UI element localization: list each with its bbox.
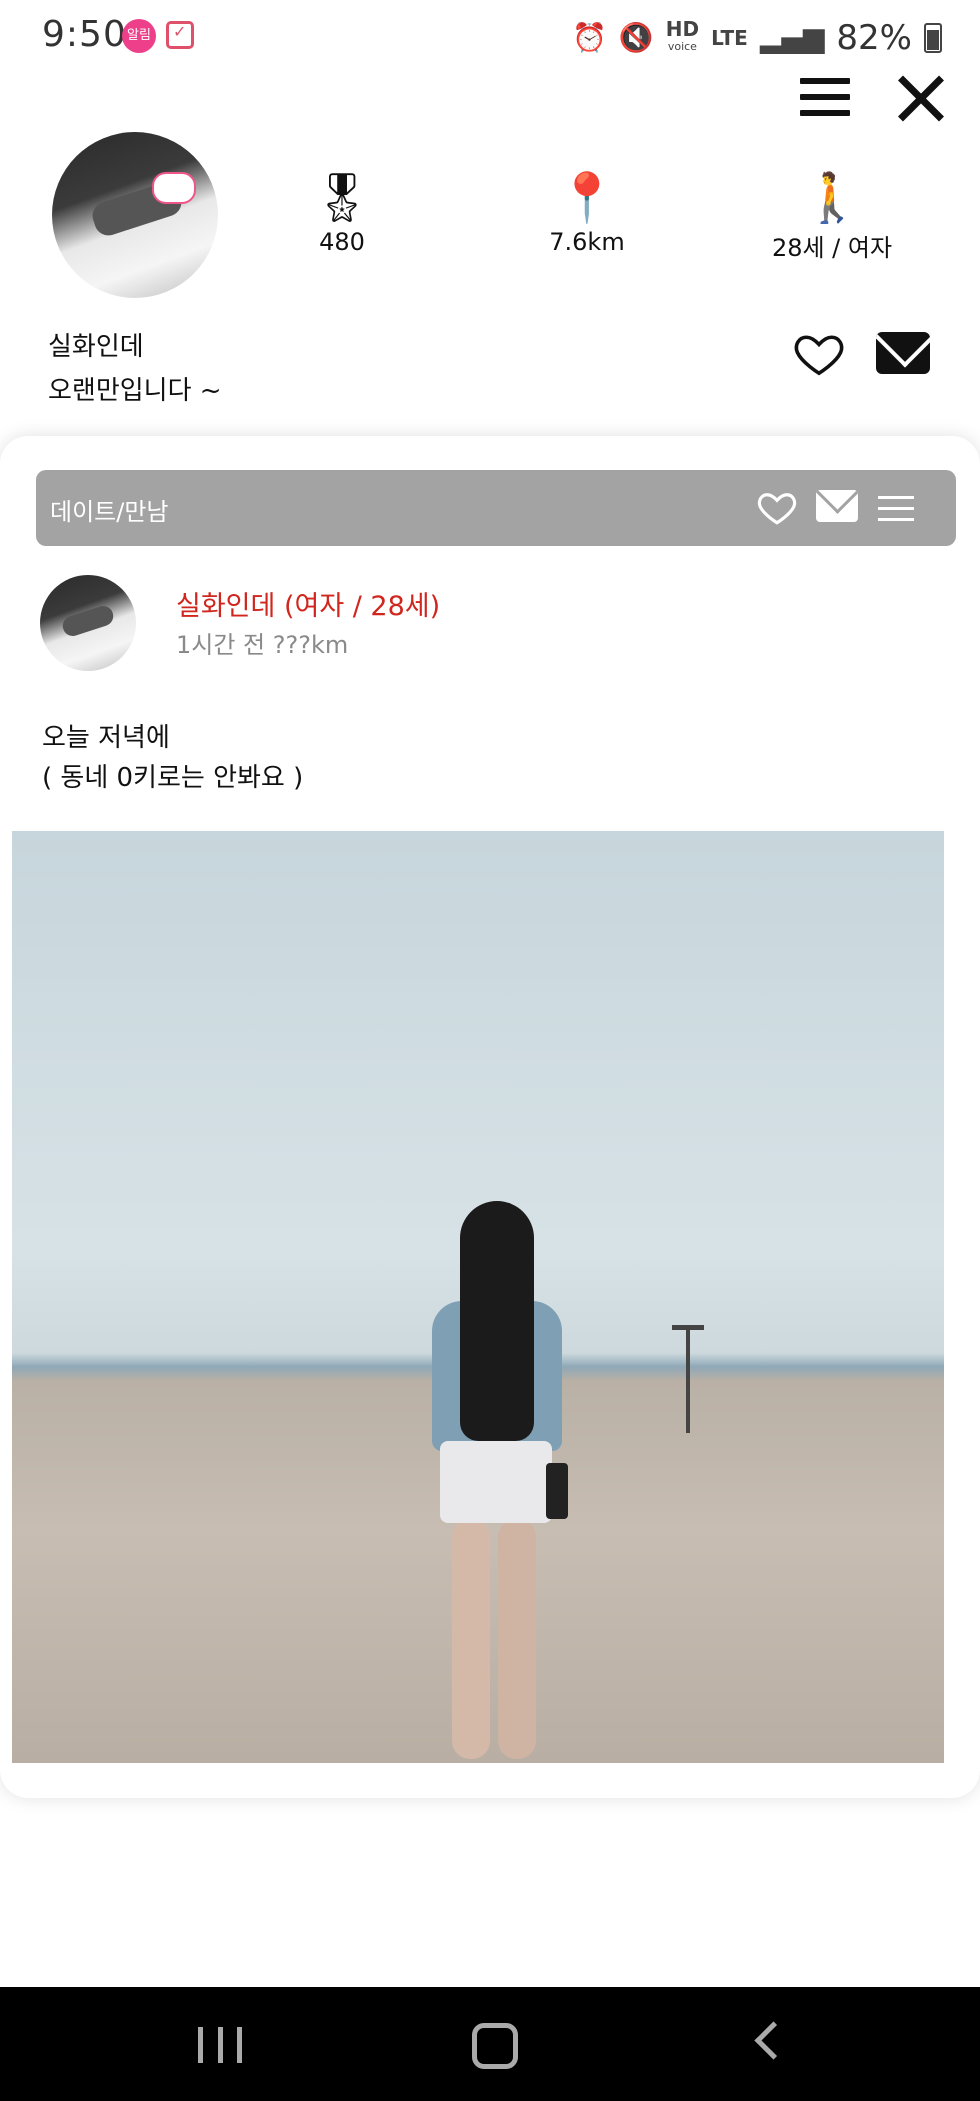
calendar-check-icon [166,21,194,49]
signal-icon: ▂▄▆ [759,21,825,54]
status-icons: ⏰ 🔇 HD voice LTE ▂▄▆ 82% [572,18,942,58]
message-button[interactable] [876,332,930,374]
system-nav-bar [0,1987,980,2101]
photo-person [422,1201,572,1761]
recent-apps-button[interactable] [198,2027,242,2063]
profile-avatar[interactable] [52,132,218,298]
age-gender-value: 28세 / 여자 [771,234,893,262]
lte-indicator: LTE [711,26,748,50]
post-category: 데이트/만남 [50,498,169,526]
author-name[interactable]: 실화인데 (여자 / 28세) [176,584,440,623]
hd-voice-indicator: HD voice [665,17,700,53]
battery-percent: 82% [836,18,912,58]
menu-button[interactable] [800,78,850,120]
home-button[interactable] [472,2023,518,2069]
post-body: 오늘 저녁에 ( 동네 0키로는 안봐요 ) [42,723,304,793]
post-menu-button[interactable] [878,496,914,522]
points-stat: 🎖 480 [252,172,432,256]
bio-line-2: 오랜만입니다 ~ [48,376,222,406]
close-button[interactable] [896,74,946,124]
heart-icon [794,335,844,376]
notification-app-icon: 알림 [122,19,156,53]
distance-value: 7.6km [549,228,625,256]
person-icon: 🚶 [802,170,862,226]
post-message-button[interactable] [816,490,858,522]
alarm-icon: ⏰ [571,21,607,54]
distance-stat: 📍 7.6km [497,172,677,256]
heart-icon [757,493,797,525]
hamburger-icon [800,78,850,84]
post-photo[interactable] [12,831,944,1763]
mute-icon: 🔇 [618,21,654,54]
profile-bio: 실화인데 오랜만입니다 ~ [48,325,222,413]
photo-lamp-post [672,1325,704,1433]
battery-icon [924,23,942,53]
hamburger-icon [878,496,914,499]
post-header-bar: 데이트/만남 [36,470,956,546]
status-bar: 9:50 알림 ⏰ 🔇 HDvoice LTE ▂▄▆ 82% [0,0,980,76]
back-button[interactable] [754,2021,793,2060]
map-pin-icon: 📍 [557,170,617,226]
post-like-button[interactable] [756,486,798,528]
bio-line-1: 실화인데 [48,332,144,362]
post-meta: 1시간 전 ???km [176,631,349,659]
age-gender-stat: 🚶 28세 / 여자 [742,172,922,263]
points-value: 480 [319,228,365,256]
award-ribbon-icon: 🎖 [311,170,373,226]
like-button[interactable] [792,326,846,380]
status-time: 9:50 [42,14,127,55]
author-avatar[interactable] [40,575,136,671]
